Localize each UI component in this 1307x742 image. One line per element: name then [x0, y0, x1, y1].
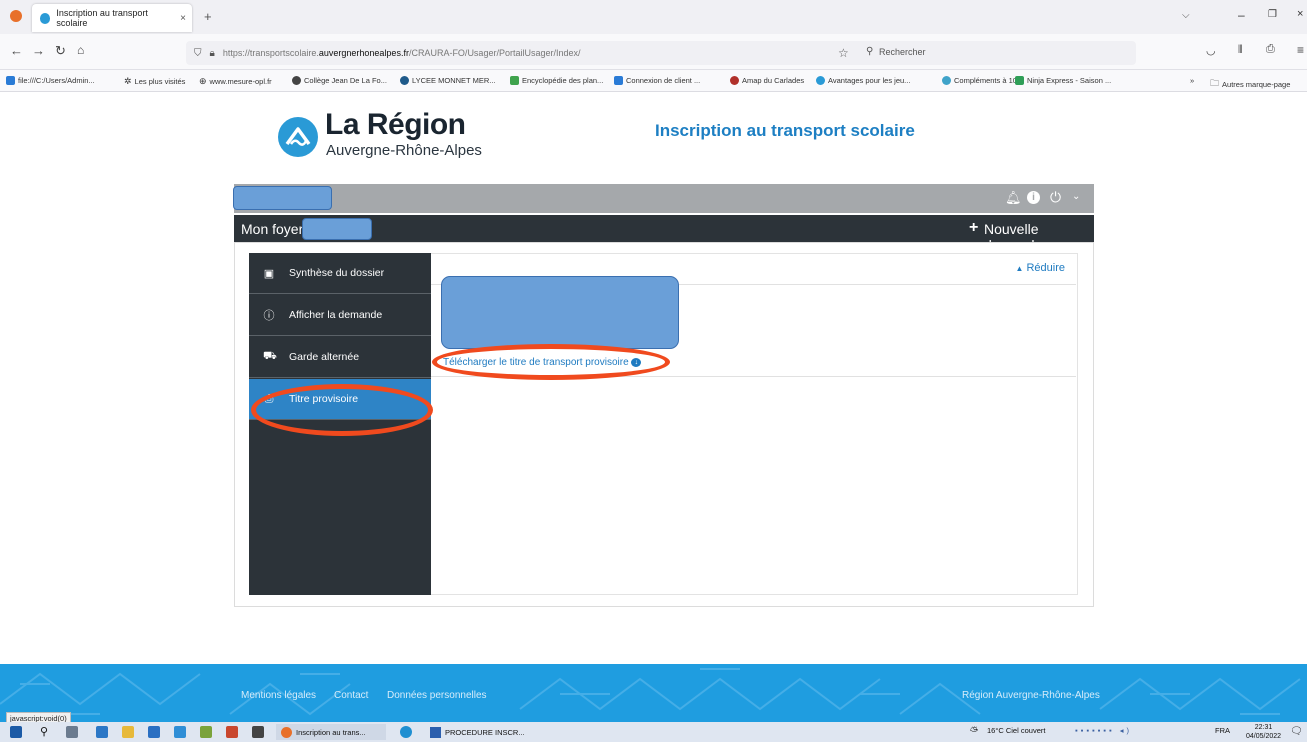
taskbar-word-app[interactable]: PROCEDURE INSCR... [425, 724, 535, 740]
logo-title: La Région [325, 108, 466, 141]
taskbar-firefox-app[interactable]: Inscription au trans... [276, 724, 386, 740]
close-window-button[interactable]: × [1297, 8, 1303, 20]
bookmark-item[interactable]: file:///C:/Users/Admin... [6, 76, 95, 85]
forward-arrow-icon[interactable]: → [32, 43, 45, 58]
file-explorer-icon[interactable] [122, 726, 134, 738]
taskbar-app-icon[interactable] [200, 726, 212, 738]
footer-pattern [0, 668, 1301, 716]
language-indicator[interactable]: FRA [1215, 726, 1230, 735]
site-footer: Mentions légales Contact Données personn… [0, 664, 1307, 722]
lock-icon: 🔒︎ [209, 47, 215, 59]
store-icon[interactable] [148, 726, 160, 738]
menu-icon[interactable]: ≡ [1297, 43, 1304, 57]
footer-brand: Région Auvergne-Rhône-Alpes [962, 690, 1100, 701]
footer-link-contact[interactable]: Contact [334, 690, 368, 701]
chevron-down-icon[interactable]: ⌄ [1072, 191, 1080, 202]
notification-icon[interactable]: 🗨︎ [1290, 726, 1303, 737]
logo-subtitle: Auvergne-Rhône-Alpes [326, 142, 482, 159]
task-view-icon[interactable] [66, 726, 78, 738]
user-bar: 🔔︎ i ⏻ ⌄ [234, 184, 1094, 213]
bookmark-item[interactable]: Amap du Carlades [730, 76, 804, 85]
footer-link-mentions[interactable]: Mentions légales [241, 690, 316, 701]
search-input[interactable]: Rechercher [879, 47, 926, 57]
bookmark-item[interactable]: Avantages pour les jeu... [816, 76, 910, 85]
redacted-username [233, 186, 332, 210]
id-card-icon: ▣ [263, 267, 275, 280]
weather-status[interactable]: 16°C Ciel couvert [987, 726, 1045, 735]
url-bar[interactable]: ⛉ 🔒︎ https://transportscolaire.auvergner… [186, 41, 1136, 65]
minimize-button[interactable]: – [1238, 8, 1245, 22]
bookmark-item[interactable]: Compléments à 10 [942, 76, 1017, 85]
footer-link-donnees[interactable]: Données personnelles [387, 690, 487, 701]
word-icon [430, 726, 441, 738]
bookmark-star-icon[interactable]: ☆ [838, 46, 849, 60]
bookmarks-bar: file:///C:/Users/Admin... ✲ Les plus visi… [0, 70, 1307, 92]
browser-tab-active[interactable]: Inscription au transport scolaire × [32, 4, 192, 32]
url-text: https://transportscolaire.auvergnerhonea… [222, 48, 581, 58]
taskbar-app-icon[interactable] [252, 726, 264, 738]
windows-taskbar: ⚲ Inscription au trans... PROCEDURE INSC… [0, 722, 1307, 742]
new-tab-button[interactable]: + [204, 9, 212, 24]
tray-icons[interactable]: ▪▪▪▪▪▪▪ ◂) [1075, 726, 1132, 735]
annotation-oval [432, 344, 670, 380]
info-circle-icon: ⓘ [263, 310, 275, 322]
bookmark-item[interactable]: Collège Jean De La Fo... [292, 76, 387, 85]
sidebar-item-synthese[interactable]: ▣ Synthèse du dossier [249, 253, 431, 294]
bookmark-overflow-icon[interactable]: » [1190, 76, 1194, 85]
info-icon[interactable]: i [1027, 191, 1040, 204]
page-title: Inscription au transport scolaire [655, 121, 915, 140]
firefox-icon [281, 726, 292, 738]
account-icon[interactable]: ⎙ [1266, 43, 1275, 56]
firefox-icon[interactable] [10, 10, 22, 22]
power-icon[interactable]: ⏻ [1050, 189, 1061, 206]
clock[interactable]: 22:31 04/05/2022 [1246, 723, 1281, 741]
tab-title: Inscription au transport scolaire [56, 8, 148, 28]
restore-button[interactable]: ❐ [1268, 9, 1277, 20]
bookmark-item[interactable]: ⊕ www.mesure-opl.fr [199, 76, 272, 87]
bookmark-item[interactable]: Connexion de client ... [614, 76, 700, 85]
reload-icon[interactable]: ↻ [55, 43, 66, 59]
browser-tab-strip: Inscription au transport scolaire × + ⌵ … [0, 0, 1307, 34]
taskbar-app-icon[interactable] [226, 726, 238, 738]
sidebar-item-label: Afficher la demande [289, 309, 383, 321]
search-icon: ⚲ [866, 46, 874, 57]
start-windows-icon[interactable] [10, 726, 22, 738]
bell-icon[interactable]: 🔔︎ [1005, 190, 1022, 206]
plus-icon: + [969, 219, 979, 236]
redacted-foyer-name [302, 218, 372, 240]
mail-icon[interactable] [174, 726, 186, 738]
bookmark-item[interactable]: Encyclopédie des plan... [510, 76, 603, 85]
sidebar-item-label: Synthèse du dossier [289, 267, 385, 279]
bookmark-item[interactable]: Ninja Express - Saison ... [1015, 76, 1111, 85]
sidebar-item-afficher-demande[interactable]: ⓘ Afficher la demande [249, 295, 431, 336]
bus-icon: ⛟ [263, 350, 277, 362]
bookmark-item[interactable]: ✲ Les plus visités [124, 76, 185, 87]
other-bookmarks-folder[interactable]: 🗀︎ Autres marque-page [1210, 76, 1290, 91]
bookmark-item[interactable]: LYCEE MONNET MER... [400, 76, 496, 85]
taskbar-app-icon[interactable] [96, 726, 108, 738]
annotation-oval [251, 384, 433, 436]
region-logo-icon[interactable] [278, 117, 318, 157]
sidebar-item-garde-alternee[interactable]: ⛟ Garde alternée [249, 337, 431, 378]
library-icon[interactable]: ⫴ [1238, 44, 1243, 57]
home-icon[interactable]: ⌂ [77, 43, 84, 57]
chevron-up-icon: ▲ [1015, 264, 1024, 273]
tab-list-chevron-icon[interactable]: ⌵ [1182, 10, 1190, 21]
shield-icon: ⛉ [194, 47, 202, 59]
site-favicon-icon [40, 12, 51, 24]
weather-icon: ⛅︎ [970, 726, 978, 737]
collapse-link[interactable]: ▲ Réduire [1015, 262, 1065, 274]
pocket-icon[interactable]: ◡ [1206, 44, 1216, 57]
sidebar-item-label: Garde alternée [289, 351, 360, 363]
edge-icon[interactable] [400, 726, 412, 738]
redacted-student-block [441, 276, 679, 349]
back-arrow-icon[interactable]: ← [10, 43, 23, 58]
search-icon[interactable]: ⚲ [40, 725, 48, 738]
tab-close-icon[interactable]: × [180, 13, 186, 24]
